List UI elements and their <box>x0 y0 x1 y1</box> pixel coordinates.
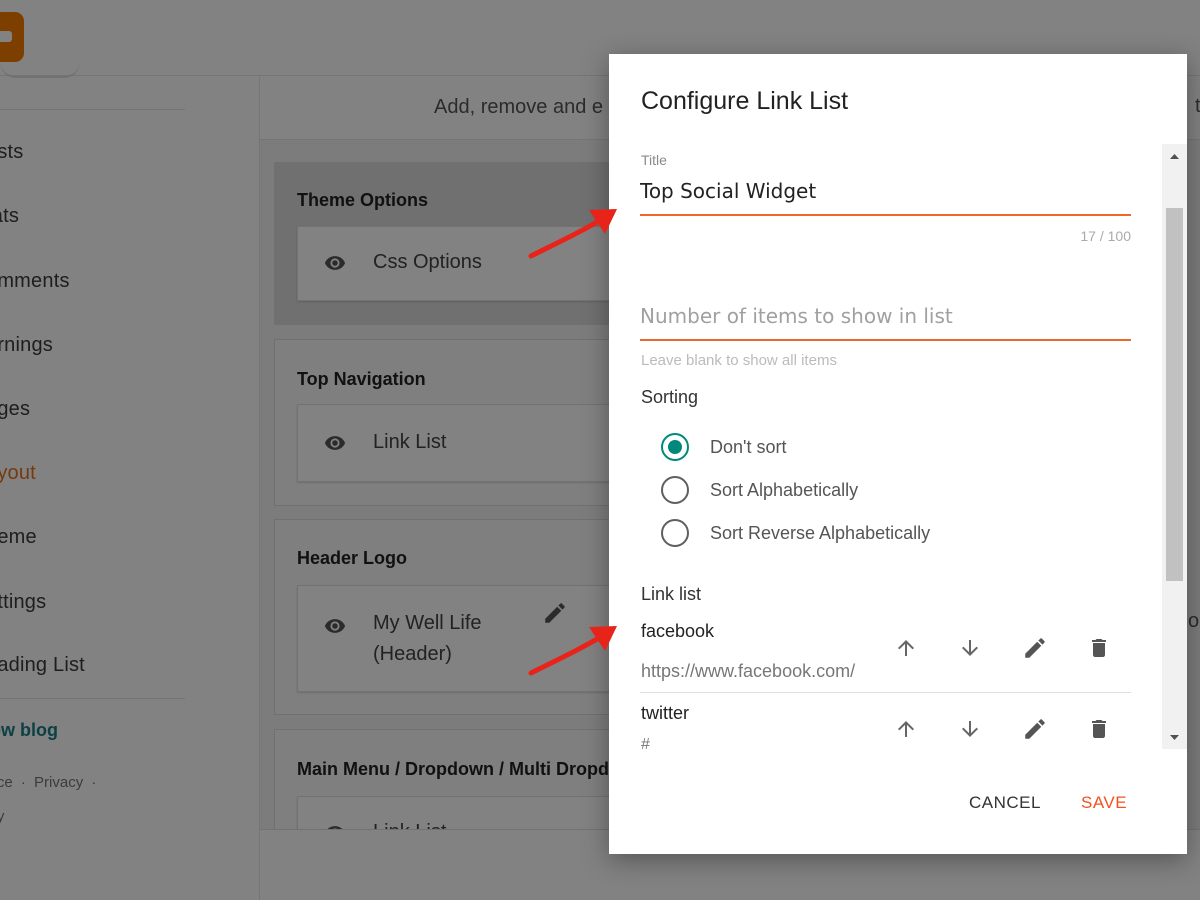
scroll-down-arrow-icon[interactable] <box>1162 730 1187 744</box>
title-char-count: 17 / 100 <box>1080 228 1131 244</box>
sort-option-reverse-alphabetical[interactable]: Sort Reverse Alphabetically <box>661 519 930 547</box>
link-list-label: Link list <box>641 584 702 604</box>
delete-trash-icon[interactable] <box>1083 713 1115 745</box>
radio-button[interactable] <box>661 433 689 461</box>
sort-option-dont-sort[interactable]: Don't sort <box>661 433 786 461</box>
edit-pencil-icon[interactable] <box>1019 632 1051 664</box>
dialog-actions: CANCEL SAVE <box>609 784 1187 830</box>
items-count-input[interactable] <box>640 298 1131 341</box>
move-down-icon[interactable] <box>954 713 986 745</box>
radio-label: Sort Alphabetically <box>710 479 859 500</box>
sort-option-alphabetical[interactable]: Sort Alphabetically <box>661 476 858 504</box>
radio-button[interactable] <box>661 476 689 504</box>
annotation-arrow-icon <box>528 209 617 259</box>
link-divider <box>640 692 1131 693</box>
annotation-arrow-icon <box>528 626 617 676</box>
move-down-icon[interactable] <box>954 632 986 664</box>
radio-button[interactable] <box>661 519 689 547</box>
title-field-label: Title <box>641 152 667 168</box>
link-item-url: https://www.facebook.com/ <box>641 661 856 681</box>
link-item-url: # <box>641 736 650 753</box>
title-input[interactable] <box>640 173 1131 216</box>
radio-label: Don't sort <box>710 436 787 457</box>
configure-link-list-dialog: Configure Link List Title 17 / 100 Leave… <box>609 54 1187 854</box>
dialog-title: Configure Link List <box>641 87 849 115</box>
sorting-label: Sorting <box>641 387 699 407</box>
delete-trash-icon[interactable] <box>1083 632 1115 664</box>
move-up-icon[interactable] <box>890 632 922 664</box>
save-button[interactable]: SAVE <box>1081 793 1127 813</box>
dialog-body: Title 17 / 100 Leave blank to show all i… <box>609 144 1187 804</box>
items-count-helper: Leave blank to show all items <box>641 352 837 369</box>
scrollbar-thumb[interactable] <box>1166 208 1183 581</box>
edit-pencil-icon[interactable] <box>1019 713 1051 745</box>
link-item-name: facebook <box>641 621 715 641</box>
dialog-scrollbar[interactable] <box>1162 144 1187 749</box>
move-up-icon[interactable] <box>890 713 922 745</box>
link-item-name: twitter <box>641 703 690 723</box>
cancel-button[interactable]: CANCEL <box>969 793 1041 813</box>
scroll-up-arrow-icon[interactable] <box>1162 150 1187 164</box>
radio-label: Sort Reverse Alphabetically <box>710 522 931 543</box>
